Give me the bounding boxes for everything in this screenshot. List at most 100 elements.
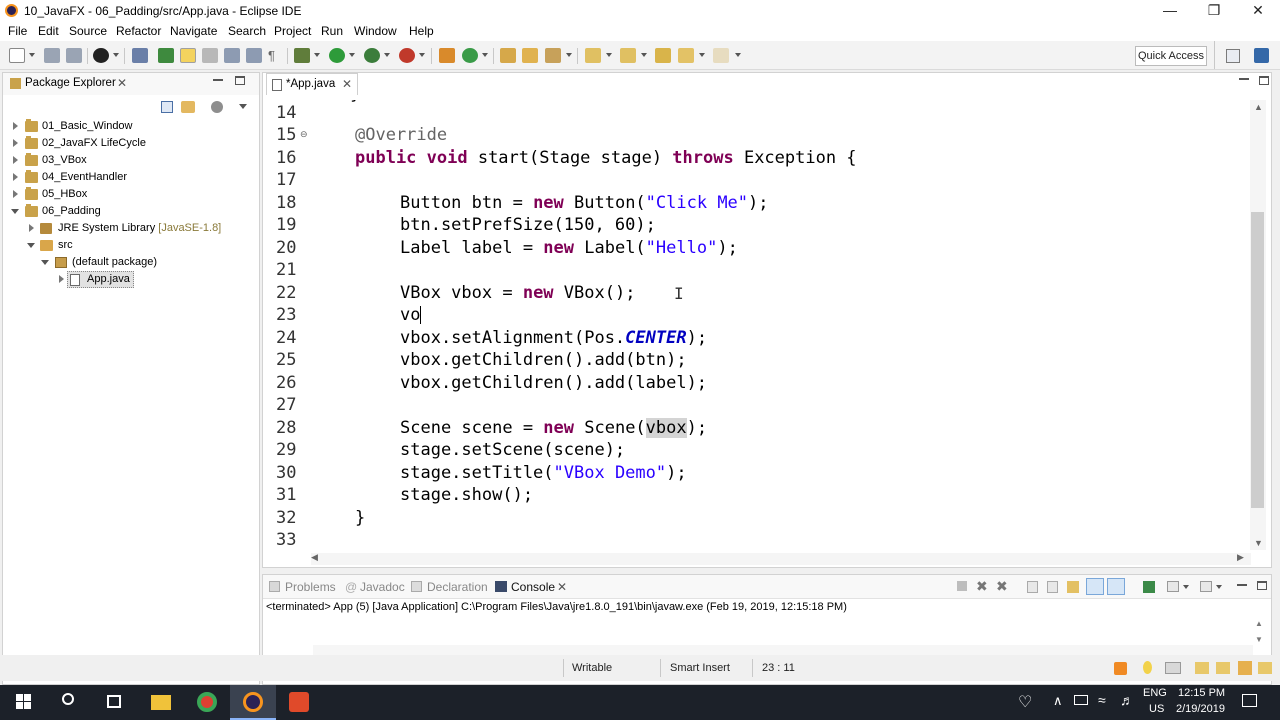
- menu-refactor[interactable]: Refactor: [116, 24, 161, 38]
- new-class-icon[interactable]: [462, 48, 478, 63]
- taskbar-camtasia[interactable]: [276, 685, 322, 720]
- editor-horizontal-scrollbar[interactable]: ◀ ▶: [311, 552, 1251, 565]
- editor-scroll-thumb[interactable]: [1251, 212, 1264, 508]
- menu-project[interactable]: Project: [274, 24, 311, 38]
- last-edit-location-icon[interactable]: [655, 48, 671, 63]
- menu-run[interactable]: Run: [321, 24, 343, 38]
- tab-app-java[interactable]: *App.java ✕: [266, 73, 358, 95]
- edit-icon[interactable]: [1238, 661, 1252, 675]
- link-with-editor-icon[interactable]: [181, 101, 195, 113]
- menu-help[interactable]: Help: [409, 24, 434, 38]
- tab-declaration[interactable]: Declaration: [427, 580, 488, 594]
- close-icon[interactable]: ✕: [557, 580, 567, 594]
- expand-icon[interactable]: [29, 224, 34, 232]
- back-dropdown-icon[interactable]: [699, 53, 705, 57]
- run-dropdown-icon[interactable]: [349, 53, 355, 57]
- new-java-project-icon[interactable]: [439, 48, 455, 63]
- close-icon[interactable]: ✕: [342, 77, 352, 91]
- prev-edit-dropdown-icon[interactable]: [641, 53, 647, 57]
- open-task-icon[interactable]: [522, 48, 538, 63]
- new-dropdown-icon[interactable]: [29, 53, 35, 57]
- notifications-icon[interactable]: [1242, 694, 1257, 707]
- dropdown-icon[interactable]: [1183, 585, 1189, 589]
- expand-icon[interactable]: [13, 156, 18, 164]
- language-indicator[interactable]: ENG: [1143, 687, 1167, 699]
- save-icon[interactable]: [44, 48, 60, 63]
- next-edit-dropdown-icon[interactable]: [606, 53, 612, 57]
- clear-console-icon[interactable]: [1027, 581, 1038, 593]
- settings-icon[interactable]: [93, 48, 109, 63]
- next-edit-icon[interactable]: [585, 48, 601, 63]
- minimize-button[interactable]: —: [1148, 0, 1192, 21]
- show-stdout-icon[interactable]: [1086, 578, 1104, 595]
- new-icon[interactable]: [9, 48, 25, 63]
- expand-icon[interactable]: [13, 122, 18, 130]
- folder-icon[interactable]: [1258, 662, 1272, 674]
- tree-item-project[interactable]: 01_Basic_Window: [3, 118, 259, 135]
- remove-launch-icon[interactable]: ✖: [976, 578, 988, 595]
- prev-edit-icon[interactable]: [620, 48, 636, 63]
- skip-breakpoints-icon[interactable]: [132, 48, 148, 63]
- maximize-button[interactable]: ❐: [1192, 0, 1236, 21]
- tab-javadoc[interactable]: Javadoc: [360, 580, 405, 594]
- toggle-block-icon[interactable]: [202, 48, 218, 63]
- word-wrap-icon[interactable]: [1067, 581, 1079, 593]
- close-button[interactable]: ✕: [1236, 0, 1280, 21]
- coverage-dropdown-icon[interactable]: [384, 53, 390, 57]
- expand-icon[interactable]: [13, 190, 18, 198]
- save-all-icon[interactable]: [66, 48, 82, 63]
- menu-navigate[interactable]: Navigate: [170, 24, 217, 38]
- tree-item-project[interactable]: 05_HBox: [3, 186, 259, 203]
- remove-all-icon[interactable]: ✖: [996, 578, 1008, 595]
- collapse-icon[interactable]: [11, 209, 19, 214]
- network-icon[interactable]: [1074, 695, 1088, 705]
- code-editor[interactable]: } 14 15 16 17 18 19 20 21 22 23 24 25 26…: [266, 100, 1250, 552]
- open-perspective-icon[interactable]: [1226, 49, 1240, 63]
- taskbar-chrome[interactable]: [184, 685, 230, 720]
- package-explorer-tab[interactable]: Package Explorer ✕: [3, 73, 259, 95]
- view-menu-icon[interactable]: [239, 104, 247, 109]
- task-view-button[interactable]: [92, 685, 138, 720]
- menu-window[interactable]: Window: [354, 24, 397, 38]
- collapse-icon[interactable]: [41, 260, 49, 265]
- expand-icon[interactable]: [13, 139, 18, 147]
- close-icon[interactable]: ✕: [117, 76, 127, 90]
- people-icon[interactable]: ♡: [1018, 692, 1032, 712]
- new-class-dropdown-icon[interactable]: [482, 53, 488, 57]
- external-tools-icon[interactable]: [399, 48, 415, 63]
- open-folder-icon[interactable]: [500, 48, 516, 63]
- wifi-icon[interactable]: ≈: [1098, 692, 1106, 708]
- quick-access-field[interactable]: Quick Access: [1135, 46, 1207, 66]
- tree-item-project[interactable]: 06_Padding: [3, 203, 259, 220]
- coverage-icon[interactable]: [364, 48, 380, 63]
- maximize-view-icon[interactable]: [235, 76, 245, 85]
- prev-annotation-icon[interactable]: [246, 48, 262, 63]
- rss-icon[interactable]: [1114, 662, 1127, 675]
- collapse-all-icon[interactable]: [161, 101, 173, 113]
- menu-search[interactable]: Search: [228, 24, 266, 38]
- menu-edit[interactable]: Edit: [38, 24, 59, 38]
- start-button[interactable]: [0, 685, 46, 720]
- taskbar-file-explorer[interactable]: [138, 685, 184, 720]
- pilcrow-icon[interactable]: ¶: [268, 48, 284, 63]
- collapse-icon[interactable]: [27, 243, 35, 248]
- chevron-up-icon[interactable]: ∧: [1053, 693, 1063, 709]
- tree-item-project[interactable]: 04_EventHandler: [3, 169, 259, 186]
- settings-dropdown-icon[interactable]: [113, 53, 119, 57]
- open-console-icon[interactable]: [1200, 581, 1212, 592]
- java-perspective-icon[interactable]: [1254, 48, 1269, 63]
- clock-time[interactable]: 12:15 PM: [1178, 687, 1225, 699]
- tab-console[interactable]: Console: [511, 580, 555, 594]
- clock-date[interactable]: 2/19/2019: [1176, 703, 1225, 715]
- pin-console-icon[interactable]: [1143, 581, 1155, 593]
- forward-dropdown-icon[interactable]: [735, 53, 741, 57]
- toggle-highlight-icon[interactable]: [180, 48, 196, 63]
- debug-icon[interactable]: [294, 48, 310, 63]
- notes-icon[interactable]: [1216, 662, 1230, 674]
- external-tools-dropdown-icon[interactable]: [419, 53, 425, 57]
- run-icon[interactable]: [329, 48, 345, 63]
- back-icon[interactable]: [678, 48, 694, 63]
- display-console-icon[interactable]: [1167, 581, 1179, 592]
- menu-source[interactable]: Source: [69, 24, 107, 38]
- minimize-editor-icon[interactable]: [1239, 78, 1249, 80]
